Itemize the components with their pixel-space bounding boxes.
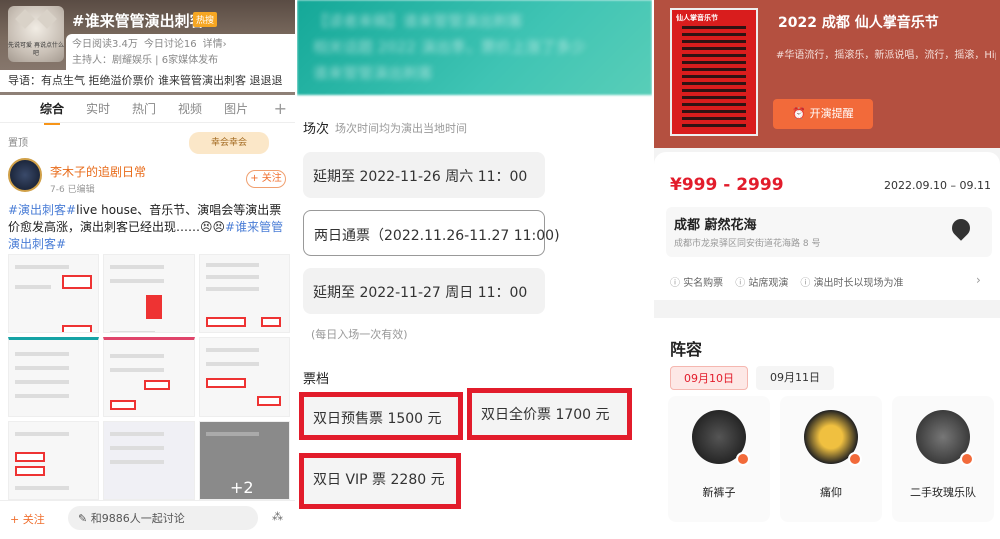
festival-header: 仙人掌音乐节 2022 成都 仙人掌音乐节 #华语流行，摇滚乐，新派说唱，流行，… xyxy=(654,0,1000,148)
map-pin-icon[interactable] xyxy=(948,215,974,241)
hashtag-link[interactable]: #演出刺客# xyxy=(8,203,76,217)
purchase-notes[interactable]: 实名购票 站席观演 演出时长以现场为准 xyxy=(670,274,990,289)
blurred-text: 【读者来稿】谁来管管演出刺客 xyxy=(313,12,524,30)
post-image[interactable] xyxy=(198,337,290,417)
tab-images[interactable]: 图片 xyxy=(224,100,248,117)
festival-poster[interactable]: 仙人掌音乐节 xyxy=(670,8,758,136)
discuss-input[interactable]: ✎ 和9886人一起讨论 xyxy=(68,506,258,530)
post-image[interactable] xyxy=(103,337,195,417)
chevron-right-icon[interactable]: › xyxy=(976,273,981,287)
venue-box[interactable]: 成都 蔚然花海 成都市龙泉驿区同安街道花海路 8 号 xyxy=(666,207,992,257)
post-image[interactable] xyxy=(198,254,290,334)
session-option-selected[interactable]: 两日通票（2022.11.26-11.27 11:00) xyxy=(303,210,560,256)
share-icon[interactable]: ⁂ xyxy=(272,510,283,523)
bottom-follow-button[interactable]: + 关注 xyxy=(10,511,45,527)
tab-comprehensive[interactable]: 综合 xyxy=(40,100,64,125)
weibo-topic-panel: 先说可爱 再说点什么吧 #谁来管管演出刺客# 热搜 今日阅读3.4万 今日讨论16… xyxy=(0,0,295,539)
post-date: 7-6 xyxy=(50,185,65,195)
festival-tags: #华语流行，摇滚乐，新派说唱，流行，摇滚，HipH… xyxy=(776,50,996,61)
artist-name: 痛仰 xyxy=(820,486,842,499)
artist-card[interactable]: 痛仰 xyxy=(780,396,882,522)
event-dates: 2022.09.10 – 09.11 xyxy=(884,179,991,192)
remind-button[interactable]: ⏰ 开演提醒 xyxy=(773,99,873,129)
add-tab-icon[interactable]: + xyxy=(274,99,287,118)
artist-badge-icon xyxy=(960,452,974,466)
tier-option[interactable]: 双日 VIP 票 2280 元 xyxy=(299,453,461,509)
poster-title: 仙人掌音乐节 xyxy=(676,14,718,22)
reads-count: 今日阅读3.4万 xyxy=(72,39,138,50)
post-author[interactable]: 李木子的追剧日常 xyxy=(50,163,146,180)
tab-video[interactable]: 视频 xyxy=(178,100,202,117)
lineup-card: 阵容 09月10日 09月11日 新裤子 痛仰 二手玫瑰乐队 xyxy=(654,318,1000,539)
venue-name: 成都 蔚然花海 xyxy=(674,218,757,233)
session-option[interactable]: 延期至 2022-11-27 周日 11：00 xyxy=(303,268,545,314)
post-image[interactable] xyxy=(8,420,100,500)
post-edited: 已编辑 xyxy=(67,185,95,195)
discuss-placeholder: 和9886人一起讨论 xyxy=(90,512,185,525)
topic-guide: 导语：有点生气 拒绝溢价票价 谁来管管演出刺客 退退退 xyxy=(0,70,295,92)
poster-lineup-graphic xyxy=(682,26,746,128)
artist-card[interactable]: 新裤子 xyxy=(668,396,770,522)
tab-hot[interactable]: 热门 xyxy=(132,100,156,117)
topic-stats: 今日阅读3.4万 今日讨论16 详情› 主持人：剧耀娱乐 | 6家媒体发布 xyxy=(66,34,295,74)
topic-tabs: 综合 实时 热门 视频 图片 + xyxy=(0,95,295,125)
sticker-decoration: 幸会幸会 xyxy=(189,132,269,154)
session-option[interactable]: 延期至 2022-11-26 周六 11：00 xyxy=(303,152,545,198)
ticket-panel: 【读者来稿】谁来管管演出刺客 相关话题 2022 演出季，票价上涨了多少 谁来管… xyxy=(297,0,652,539)
note-item: 演出时长以现场为准 xyxy=(800,274,904,289)
festival-panel: 仙人掌音乐节 2022 成都 仙人掌音乐节 #华语流行，摇滚乐，新派说唱，流行，… xyxy=(654,0,1000,539)
tab-realtime[interactable]: 实时 xyxy=(86,100,110,117)
post-image[interactable] xyxy=(8,254,100,334)
detail-link[interactable]: 详情› xyxy=(203,39,227,50)
post-image[interactable] xyxy=(8,337,100,417)
blurred-text: 相关话题 2022 演出季，票价上涨了多少 xyxy=(313,38,586,56)
tier-label: 票档 xyxy=(303,372,330,387)
edit-icon: ✎ xyxy=(78,512,91,525)
note-item: 站席观演 xyxy=(735,274,788,289)
more-images-count[interactable]: +2 xyxy=(230,478,254,497)
price-range: ¥999 - 2999 xyxy=(670,175,784,195)
tier-option[interactable]: 双日全价票 1700 元 xyxy=(467,388,632,440)
artist-badge-icon xyxy=(848,452,862,466)
tier-option[interactable]: 双日预售票 1500 元 xyxy=(299,392,463,440)
venue-address: 成都市龙泉驿区同安街道花海路 8 号 xyxy=(674,239,821,249)
post-image-grid xyxy=(8,254,290,500)
topic-cover-image: 先说可爱 再说点什么吧 xyxy=(8,6,64,62)
post-image[interactable] xyxy=(103,254,195,334)
artist-badge-icon xyxy=(736,452,750,466)
avatar[interactable] xyxy=(8,158,42,192)
follow-button[interactable]: + 关注 xyxy=(246,170,286,188)
artist-name: 新裤子 xyxy=(702,486,736,499)
artist-card[interactable]: 二手玫瑰乐队 xyxy=(892,396,994,522)
cat-ear xyxy=(15,9,35,29)
session-label: 场次 xyxy=(303,122,330,137)
entry-note: (每日入场一次有效) xyxy=(311,328,408,341)
alarm-icon: ⏰ xyxy=(792,107,810,120)
hot-badge: 热搜 xyxy=(193,12,218,27)
festival-title: 2022 成都 仙人掌音乐节 xyxy=(778,15,939,31)
session-note: 场次时间均为演出当地时间 xyxy=(335,122,467,135)
post-image[interactable] xyxy=(103,420,195,500)
bottom-bar: + 关注 ✎ 和9886人一起讨论 ⁂ xyxy=(0,500,295,539)
blurred-text: 谁来管管演出刺客 xyxy=(313,64,434,82)
discuss-count: 今日讨论16 xyxy=(143,39,197,50)
artist-name: 二手玫瑰乐队 xyxy=(910,486,976,499)
post-text: #演出刺客#live house、音乐节、演唱会等演出票价愈发高涨，演出刺客已经… xyxy=(8,202,290,253)
remind-label: 开演提醒 xyxy=(809,107,854,120)
note-item: 实名购票 xyxy=(670,274,723,289)
cover-caption: 先说可爱 再说点什么吧 xyxy=(8,42,64,57)
cat-ear xyxy=(37,9,57,29)
post-meta: 7-6 已编辑 xyxy=(50,182,95,195)
lineup-title: 阵容 xyxy=(670,340,703,359)
date-tab-active[interactable]: 09月10日 xyxy=(670,366,748,390)
date-tab[interactable]: 09月11日 xyxy=(756,366,834,390)
topic-host: 主持人：剧耀娱乐 | 6家媒体发布 xyxy=(72,55,219,66)
